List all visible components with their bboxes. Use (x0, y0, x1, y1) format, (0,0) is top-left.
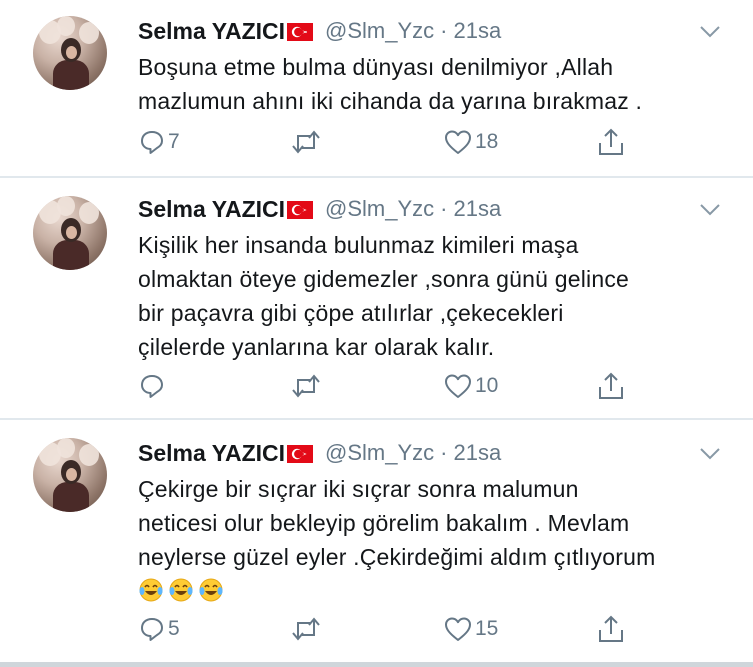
tweet[interactable]: Selma YAZICI @Slm_Yzc · 21sa Kişilik her… (0, 178, 753, 420)
chevron-down-icon[interactable] (698, 446, 722, 462)
author-handle[interactable]: @Slm_Yzc (325, 196, 434, 222)
reply-count: 7 (168, 130, 180, 153)
like-button[interactable]: 10 (443, 371, 498, 401)
tweet[interactable]: Selma YAZICI @Slm_Yzc · 21sa Boşuna etme… (0, 0, 753, 178)
reply-count: 5 (168, 617, 180, 640)
timestamp[interactable]: 21sa (454, 18, 502, 44)
retweet-icon (292, 130, 320, 154)
timestamp[interactable]: 21sa (454, 196, 502, 222)
heart-icon (445, 374, 471, 398)
avatar[interactable] (33, 16, 107, 90)
tears-of-joy-emoji (169, 578, 193, 602)
chevron-down-icon[interactable] (698, 202, 722, 218)
like-button[interactable]: 15 (443, 614, 498, 644)
author-name[interactable]: Selma YAZICI (138, 18, 285, 45)
turkey-flag-emoji (287, 201, 314, 219)
like-button[interactable]: 18 (443, 127, 498, 157)
turkey-flag-emoji (287, 445, 314, 463)
tweet-actions: 5 15 (0, 614, 753, 644)
author-name[interactable]: Selma YAZICI (138, 440, 285, 467)
tweet-actions: 7 18 (0, 127, 753, 157)
tweet[interactable]: Selma YAZICI @Slm_Yzc · 21sa Çekirge bir… (0, 420, 753, 662)
share-button[interactable] (596, 371, 626, 401)
reply-icon (141, 618, 163, 641)
reply-button[interactable] (138, 371, 168, 401)
chevron-down-icon[interactable] (698, 24, 722, 40)
retweet-icon (292, 374, 320, 398)
author-name[interactable]: Selma YAZICI (138, 196, 285, 223)
share-icon (599, 128, 623, 155)
timestamp[interactable]: 21sa (454, 440, 502, 466)
tweet-text-line: olmaktan öteye gidemezler ,sonra günü ge… (138, 266, 630, 292)
tears-of-joy-emoji (199, 578, 223, 602)
avatar[interactable] (33, 196, 107, 270)
share-icon (599, 615, 623, 642)
emoji-row (138, 577, 738, 603)
share-icon (599, 372, 623, 399)
author-handle[interactable]: @Slm_Yzc (325, 18, 434, 44)
retweet-button[interactable] (290, 371, 324, 401)
like-count: 18 (475, 130, 499, 153)
tweet-text: Kişilik her insanda bulunmaz kimileri ma… (138, 228, 738, 364)
retweet-icon (292, 617, 320, 641)
retweet-button[interactable] (290, 127, 324, 157)
share-button[interactable] (596, 127, 626, 157)
share-button[interactable] (596, 614, 626, 644)
tweet-text-line: Kişilik her insanda bulunmaz kimileri ma… (138, 232, 579, 258)
tweet-text: Çekirge bir sıçrar iki sıçrar sonra malu… (138, 472, 738, 603)
heart-icon (445, 617, 471, 641)
separator-dot: · (440, 196, 448, 221)
tweet-text-line: Boşuna etme bulma dünyası denilmiyor ,Al… (138, 54, 614, 80)
author-handle[interactable]: @Slm_Yzc (325, 440, 434, 466)
tweet-text-line: neylerse güzel eyler .Çekirdeğimi aldım … (138, 544, 656, 570)
tweet-text-line: mazlumun ahını iki cihanda da yarına bır… (138, 88, 643, 114)
reply-button[interactable]: 7 (138, 127, 180, 157)
like-count: 10 (475, 374, 499, 397)
tweet-actions: 10 (0, 371, 753, 401)
like-count: 15 (475, 617, 499, 640)
avatar[interactable] (33, 438, 107, 512)
tweet-text-line: çilelerde yanlarına kar olarak kalır. (138, 334, 495, 360)
reply-icon (141, 375, 163, 398)
tweet-text-line: bir paçavra gibi çöpe atılırlar ,çekecek… (138, 300, 564, 326)
separator-dot: · (440, 18, 448, 43)
separator-dot: · (440, 440, 448, 465)
tweet-text-line: neticesi olur bekleyip görelim bakalım .… (138, 510, 630, 536)
heart-icon (445, 130, 471, 154)
tweet-text: Boşuna etme bulma dünyası denilmiyor ,Al… (138, 50, 738, 118)
retweet-button[interactable] (290, 614, 324, 644)
tweet-text-line: Çekirge bir sıçrar iki sıçrar sonra malu… (138, 476, 579, 502)
tears-of-joy-emoji (139, 578, 163, 602)
bottom-divider (0, 662, 753, 667)
reply-button[interactable]: 5 (138, 614, 180, 644)
turkey-flag-emoji (287, 23, 314, 41)
reply-icon (141, 131, 163, 154)
